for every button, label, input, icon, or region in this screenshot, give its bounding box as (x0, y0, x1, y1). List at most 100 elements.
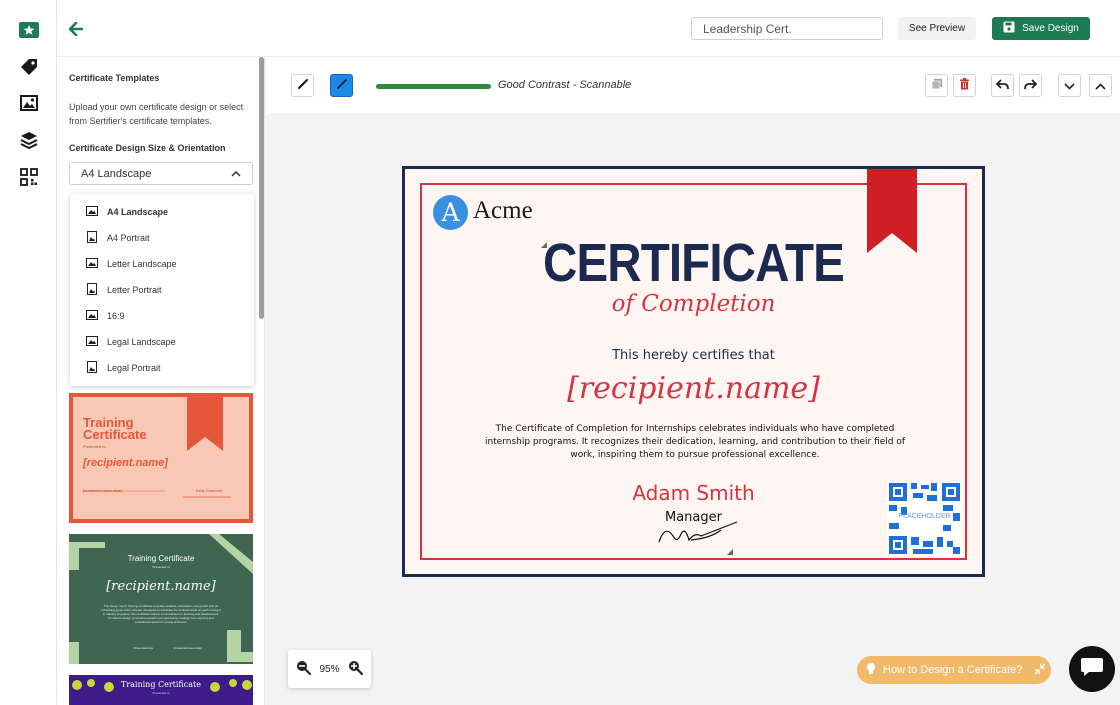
redo-button[interactable] (1019, 74, 1042, 97)
landscape-icon (86, 258, 98, 270)
dropdown-option-a4-portrait[interactable]: A4 Portrait (86, 229, 150, 247)
template-recipient: [recipient.name] (83, 457, 168, 469)
template-presented: Presented to (83, 444, 106, 449)
qr-grid-icon[interactable] (18, 166, 40, 188)
image-icon[interactable] (18, 92, 40, 114)
contrast-status-text: Good Contrast - Scannable (498, 79, 632, 91)
dropdown-option-legal-landscape[interactable]: Legal Landscape (86, 333, 176, 351)
zoom-out-icon[interactable] (296, 660, 312, 678)
portrait-icon (86, 283, 98, 297)
panel-title: Certificate Templates (69, 73, 160, 83)
landscape-icon (86, 336, 98, 348)
dropdown-option-legal-portrait[interactable]: Legal Portrait (86, 359, 161, 377)
size-orientation-select[interactable]: A4 Landscape (69, 162, 253, 185)
certificate-subheading: of Completion (611, 291, 776, 317)
template-footer-right: [credential.issue.date] (173, 646, 203, 650)
move-down-button[interactable] (1058, 74, 1081, 97)
editor-toolbar: Good Contrast - Scannable (266, 57, 1120, 115)
collapse-icon[interactable] (1034, 663, 1046, 678)
resize-handle-icon[interactable] (541, 242, 547, 248)
landscape-icon (86, 206, 98, 218)
move-up-button[interactable] (1089, 74, 1112, 97)
resize-handle-icon[interactable] (727, 549, 733, 555)
dropdown-option-label: Legal Portrait (107, 363, 161, 373)
duplicate-button[interactable] (925, 74, 948, 97)
signature-image (658, 521, 738, 543)
acme-logo-mark: A (433, 195, 468, 230)
top-bar: See Preview Save Design (57, 0, 1120, 57)
templates-panel: Certificate Templates Upload your own ce… (57, 57, 265, 705)
left-rail (0, 0, 57, 705)
template-title: Training Certificate (120, 680, 201, 689)
recipient-name[interactable]: [recipient.name] (405, 371, 982, 406)
dropdown-option-label: Legal Landscape (107, 337, 176, 347)
certificate-name-input[interactable] (691, 17, 883, 40)
portrait-icon (86, 361, 98, 375)
zoom-in-icon[interactable] (348, 660, 363, 678)
layers-icon[interactable] (18, 129, 40, 151)
certificate-body: The Certificate of Completion for Intern… (484, 424, 906, 460)
certificate-heading: CERTIFICATE (543, 233, 845, 293)
size-orientation-label: Certificate Design Size & Orientation (69, 143, 226, 153)
lightbulb-icon (866, 662, 876, 678)
template-recipient: [recipient.name] (106, 579, 216, 594)
template-body: The Green Youth Training Certificate tem… (101, 604, 221, 624)
template-thumbnail[interactable]: Training Certificate Presented to (69, 675, 253, 705)
certificate-star-icon[interactable] (18, 19, 40, 41)
pen-icon (297, 77, 309, 95)
chevron-down-icon (1064, 77, 1075, 95)
redo-icon (1024, 77, 1038, 95)
panel-scrollbar[interactable] (259, 57, 264, 319)
arrow-left-icon[interactable] (68, 21, 84, 41)
pen-icon (336, 77, 348, 95)
save-design-label: Save Design (1022, 23, 1079, 34)
dropdown-option-label: 16:9 (107, 311, 125, 321)
certificate-preview[interactable]: A Acme CERTIFICATE of Completion This he… (402, 166, 985, 577)
contrast-indicator-bar (376, 84, 491, 89)
template-thumbnail[interactable]: Training Certificate Presented to [recip… (69, 393, 253, 523)
certifies-text: This hereby certifies that (612, 348, 775, 363)
chevron-up-icon (231, 168, 241, 180)
chat-launcher-button[interactable] (1069, 646, 1115, 692)
dropdown-option-letter-landscape[interactable]: Letter Landscape (86, 255, 177, 273)
chevron-up-icon (1095, 77, 1106, 95)
save-design-button[interactable]: Save Design (992, 17, 1090, 40)
acme-logo-text: Acme (473, 197, 533, 224)
size-orientation-dropdown: A4 Landscape A4 Portrait Letter Landscap… (70, 194, 254, 386)
portrait-icon (86, 231, 98, 245)
template-presented: Presented to (152, 565, 170, 569)
design-help-pill[interactable]: How to Design a Certificate? (857, 656, 1051, 684)
dropdown-option-label: A4 Portrait (107, 233, 150, 243)
template-title: Training Certificate (127, 554, 195, 563)
zoom-value: 95% (319, 663, 340, 675)
copy-icon (931, 77, 943, 95)
pen-tool-button[interactable] (291, 74, 314, 97)
dropdown-option-letter-portrait[interactable]: Letter Portrait (86, 281, 162, 299)
see-preview-button[interactable]: See Preview (898, 17, 976, 40)
template-presented: Presented to (152, 691, 170, 695)
dropdown-option-label: Letter Landscape (107, 259, 177, 269)
chat-bubble-icon (1080, 656, 1104, 683)
floppy-disk-icon (1003, 21, 1015, 36)
dropdown-option-a4-landscape[interactable]: A4 Landscape (86, 203, 168, 221)
template-footer-right: Kelly Cannonb (196, 488, 223, 493)
size-select-value: A4 Landscape (81, 167, 152, 180)
template-footer-left: Olivia Hastings (133, 646, 154, 650)
see-preview-label: See Preview (908, 23, 966, 34)
template-thumbnail[interactable]: Training Certificate Presented to [recip… (69, 534, 253, 664)
trash-icon (959, 77, 970, 95)
landscape-icon (86, 310, 98, 322)
color-pen-tool-button[interactable] (330, 74, 353, 97)
delete-button[interactable] (953, 74, 976, 97)
panel-description: Upload your own certificate design or se… (69, 102, 244, 126)
dropdown-option-label: A4 Landscape (107, 207, 169, 217)
help-pill-label: How to Design a Certificate? (883, 664, 1023, 676)
undo-button[interactable] (991, 74, 1014, 97)
design-canvas: A Acme CERTIFICATE of Completion This he… (266, 115, 1120, 705)
qr-placeholder-label: PLACEHOLDER (898, 513, 951, 520)
tag-icon[interactable] (18, 56, 40, 78)
template-title-line2: Certificate (83, 427, 147, 442)
template-footer-left: [credential.issue.date] (83, 488, 122, 493)
zoom-control: 95% (288, 650, 371, 688)
dropdown-option-16-9[interactable]: 16:9 (86, 307, 125, 325)
